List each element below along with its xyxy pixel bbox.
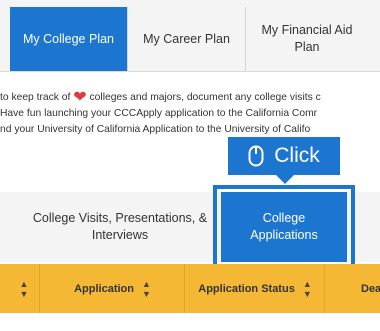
sort-icon: ▲ ▼: [302, 278, 312, 299]
table-header: ▲ ▼ Application ▲ ▼ Application Status ▲ ▼ …: [0, 264, 380, 313]
heart-icon: ❤: [73, 90, 87, 106]
column-header-deadline[interactable]: Dea: [325, 264, 380, 313]
tab-my-financial-aid-plan[interactable]: My Financial Aid Plan: [246, 7, 368, 71]
column-header-sort[interactable]: ▲ ▼: [0, 264, 40, 313]
mouse-icon: [248, 145, 264, 167]
tab-label: My Career Plan: [143, 31, 230, 46]
callout-pointer: [276, 175, 294, 184]
tab-label: My College Plan: [22, 31, 114, 46]
tab-label: College Visits, Presentations, & Intervi…: [32, 210, 208, 243]
callout-label: Click: [274, 144, 320, 167]
sort-icon: ▲ ▼: [141, 278, 151, 299]
description-line-2: Have fun launching your CCCApply applica…: [0, 108, 318, 119]
table-body: [0, 313, 380, 331]
sort-icon: ▲ ▼: [19, 278, 29, 299]
sub-tab-bar: College Visits, Presentations, & Intervi…: [0, 192, 380, 262]
column-header-application-status[interactable]: Application Status ▲ ▼: [185, 264, 325, 313]
description-line-3: nd your University of California Applica…: [0, 124, 311, 135]
description-line-1: to keep track of ❤ colleges and majors, …: [0, 90, 321, 106]
main-tab-bar: My College Plan My Career Plan My Financ…: [0, 0, 380, 72]
tab-college-visits[interactable]: College Visits, Presentations, & Intervi…: [30, 192, 210, 262]
plan-description: to keep track of ❤ colleges and majors, …: [0, 90, 380, 138]
column-header-application[interactable]: Application ▲ ▼: [40, 264, 185, 313]
tab-label: College Applications: [250, 210, 318, 243]
tab-college-applications[interactable]: College Applications: [221, 192, 347, 262]
tab-label: My Financial Aid Plan: [261, 23, 353, 54]
tab-my-career-plan[interactable]: My Career Plan: [128, 7, 246, 71]
click-callout: Click: [228, 137, 340, 175]
tab-my-college-plan[interactable]: My College Plan: [10, 7, 128, 71]
